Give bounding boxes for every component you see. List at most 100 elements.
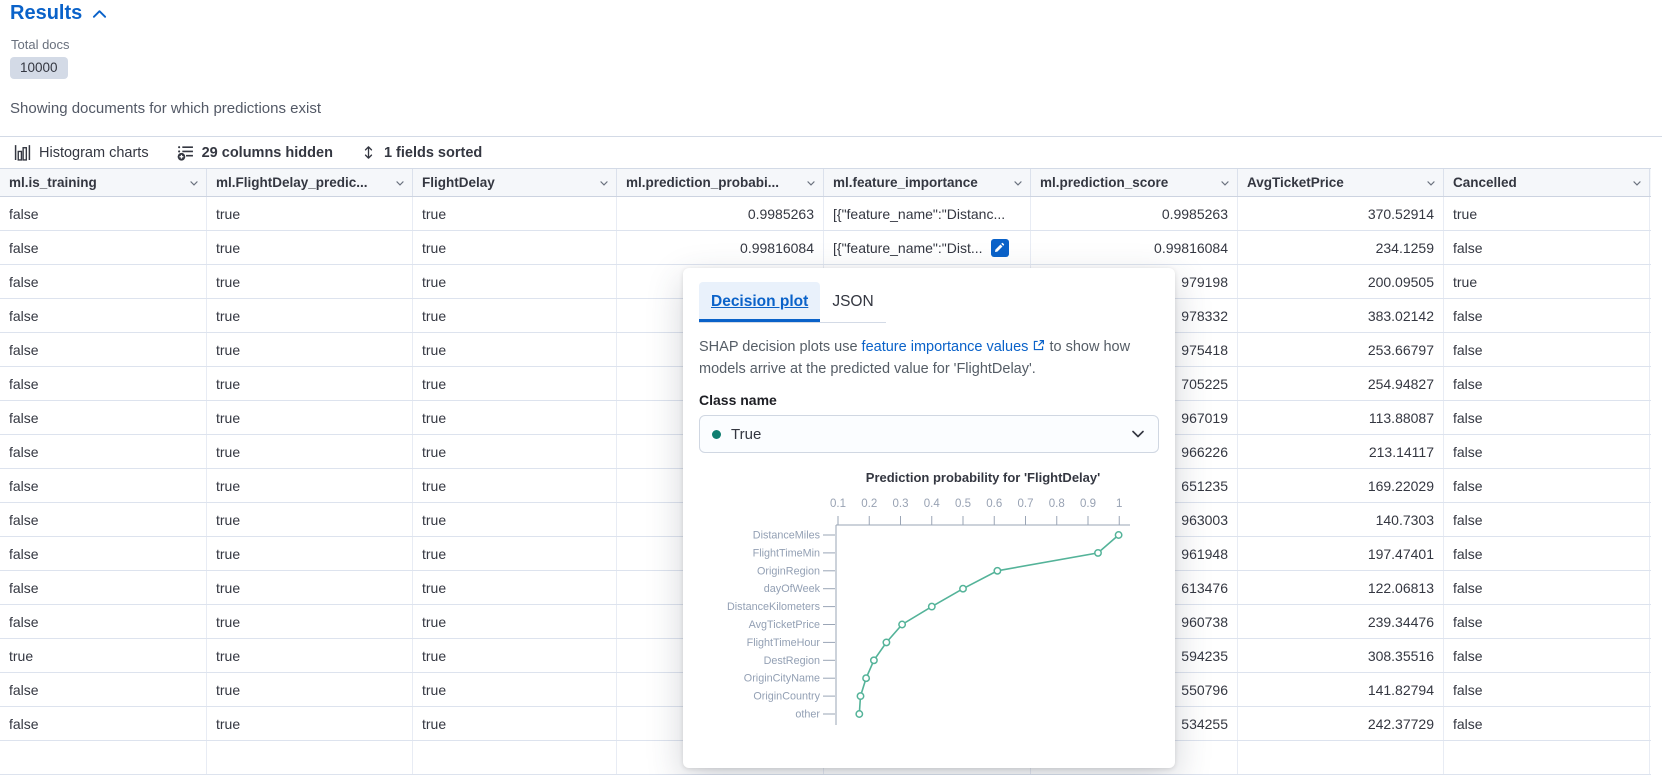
table-cell[interactable]: false <box>0 265 207 298</box>
table-cell[interactable]: 200.09505 <box>1238 265 1444 298</box>
table-cell[interactable]: false <box>0 333 207 366</box>
table-cell[interactable]: true <box>413 503 617 536</box>
column-header[interactable]: ml.FlightDelay_predic... <box>207 169 413 196</box>
table-cell[interactable]: false <box>1444 673 1650 706</box>
column-header[interactable]: ml.is_training <box>0 169 207 196</box>
table-cell[interactable]: 169.22029 <box>1238 469 1444 502</box>
columns-hidden-button[interactable]: 29 columns hidden <box>177 144 333 161</box>
table-cell[interactable]: true <box>413 571 617 604</box>
table-cell[interactable]: 0.99816084 <box>1031 231 1238 264</box>
table-cell[interactable]: true <box>207 367 413 400</box>
table-cell[interactable] <box>413 741 617 774</box>
table-cell[interactable]: true <box>207 231 413 264</box>
table-cell[interactable]: 234.1259 <box>1238 231 1444 264</box>
column-header[interactable]: ml.feature_importance <box>824 169 1031 196</box>
table-cell[interactable]: true <box>413 435 617 468</box>
table-cell[interactable]: false <box>0 537 207 570</box>
tab-json[interactable]: JSON <box>820 282 885 322</box>
table-cell[interactable]: false <box>1444 537 1650 570</box>
table-cell[interactable]: true <box>413 707 617 740</box>
table-cell[interactable]: false <box>0 231 207 264</box>
table-cell[interactable]: false <box>1444 299 1650 332</box>
table-cell[interactable] <box>1444 741 1650 774</box>
table-cell[interactable]: true <box>207 571 413 604</box>
table-cell[interactable]: [{"feature_name":"Distanc... <box>824 197 1031 230</box>
table-cell[interactable]: 370.52914 <box>1238 197 1444 230</box>
table-cell[interactable]: 197.47401 <box>1238 537 1444 570</box>
table-cell[interactable]: 122.06813 <box>1238 571 1444 604</box>
table-cell[interactable] <box>1238 741 1444 774</box>
table-cell[interactable]: true <box>413 605 617 638</box>
table-cell[interactable]: false <box>1444 503 1650 536</box>
collapse-chevron-up-icon[interactable] <box>92 9 107 19</box>
table-cell[interactable]: false <box>0 401 207 434</box>
table-cell[interactable] <box>0 741 207 774</box>
table-cell[interactable]: 253.66797 <box>1238 333 1444 366</box>
table-cell[interactable]: true <box>413 401 617 434</box>
table-cell[interactable]: true <box>413 537 617 570</box>
table-cell[interactable]: true <box>0 639 207 672</box>
table-cell[interactable]: true <box>413 367 617 400</box>
table-cell[interactable]: false <box>0 707 207 740</box>
table-cell[interactable]: true <box>207 707 413 740</box>
table-cell[interactable]: true <box>413 333 617 366</box>
table-cell[interactable]: false <box>0 197 207 230</box>
column-header[interactable]: AvgTicketPrice <box>1238 169 1444 196</box>
table-cell[interactable] <box>207 741 413 774</box>
table-cell[interactable]: true <box>207 333 413 366</box>
column-header[interactable]: ml.prediction_score <box>1031 169 1238 196</box>
table-cell[interactable]: false <box>0 469 207 502</box>
column-header[interactable]: Cancelled <box>1444 169 1650 196</box>
table-cell[interactable]: false <box>1444 469 1650 502</box>
column-header[interactable]: FlightDelay <box>413 169 617 196</box>
table-cell[interactable]: false <box>1444 367 1650 400</box>
table-cell[interactable]: 0.99816084 <box>617 231 824 264</box>
table-cell[interactable]: true <box>413 673 617 706</box>
table-cell[interactable]: true <box>207 469 413 502</box>
table-cell[interactable]: true <box>413 197 617 230</box>
feature-importance-link[interactable]: feature importance values <box>862 339 1029 355</box>
table-cell[interactable]: 242.37729 <box>1238 707 1444 740</box>
table-cell[interactable]: true <box>413 299 617 332</box>
table-cell[interactable]: false <box>1444 571 1650 604</box>
table-cell[interactable]: false <box>1444 707 1650 740</box>
table-cell[interactable]: false <box>0 503 207 536</box>
table-cell[interactable]: 213.14117 <box>1238 435 1444 468</box>
table-cell[interactable]: 308.35516 <box>1238 639 1444 672</box>
table-cell[interactable]: 239.34476 <box>1238 605 1444 638</box>
table-cell[interactable]: true <box>207 197 413 230</box>
table-cell[interactable]: true <box>207 605 413 638</box>
table-cell[interactable]: true <box>207 673 413 706</box>
table-cell[interactable]: 254.94827 <box>1238 367 1444 400</box>
table-cell[interactable]: true <box>413 639 617 672</box>
column-header[interactable]: ml.prediction_probabi... <box>617 169 824 196</box>
table-cell[interactable]: true <box>1444 265 1650 298</box>
class-name-select[interactable]: True <box>699 415 1159 453</box>
table-cell[interactable]: true <box>207 639 413 672</box>
table-cell[interactable]: true <box>207 503 413 536</box>
table-cell[interactable]: true <box>1444 197 1650 230</box>
table-cell[interactable]: false <box>0 435 207 468</box>
table-cell[interactable]: false <box>1444 401 1650 434</box>
table-cell[interactable]: 383.02142 <box>1238 299 1444 332</box>
histogram-charts-button[interactable]: Histogram charts <box>14 144 149 161</box>
table-cell[interactable]: true <box>207 435 413 468</box>
table-cell[interactable]: 140.7303 <box>1238 503 1444 536</box>
table-cell[interactable]: true <box>413 469 617 502</box>
table-cell[interactable]: false <box>1444 605 1650 638</box>
table-cell[interactable]: false <box>1444 639 1650 672</box>
table-cell[interactable]: false <box>0 571 207 604</box>
fields-sorted-button[interactable]: 1 fields sorted <box>361 144 482 161</box>
table-cell[interactable]: true <box>207 537 413 570</box>
expand-cell-button[interactable] <box>991 239 1009 257</box>
table-cell[interactable]: 141.82794 <box>1238 673 1444 706</box>
table-cell[interactable]: true <box>207 401 413 434</box>
table-cell[interactable]: [{"feature_name":"Dist... <box>824 231 1031 264</box>
table-cell[interactable]: 113.88087 <box>1238 401 1444 434</box>
table-cell[interactable]: true <box>413 231 617 264</box>
table-cell[interactable]: true <box>207 299 413 332</box>
table-cell[interactable]: false <box>0 367 207 400</box>
table-cell[interactable]: false <box>1444 231 1650 264</box>
table-cell[interactable]: false <box>1444 333 1650 366</box>
table-cell[interactable]: false <box>1444 435 1650 468</box>
